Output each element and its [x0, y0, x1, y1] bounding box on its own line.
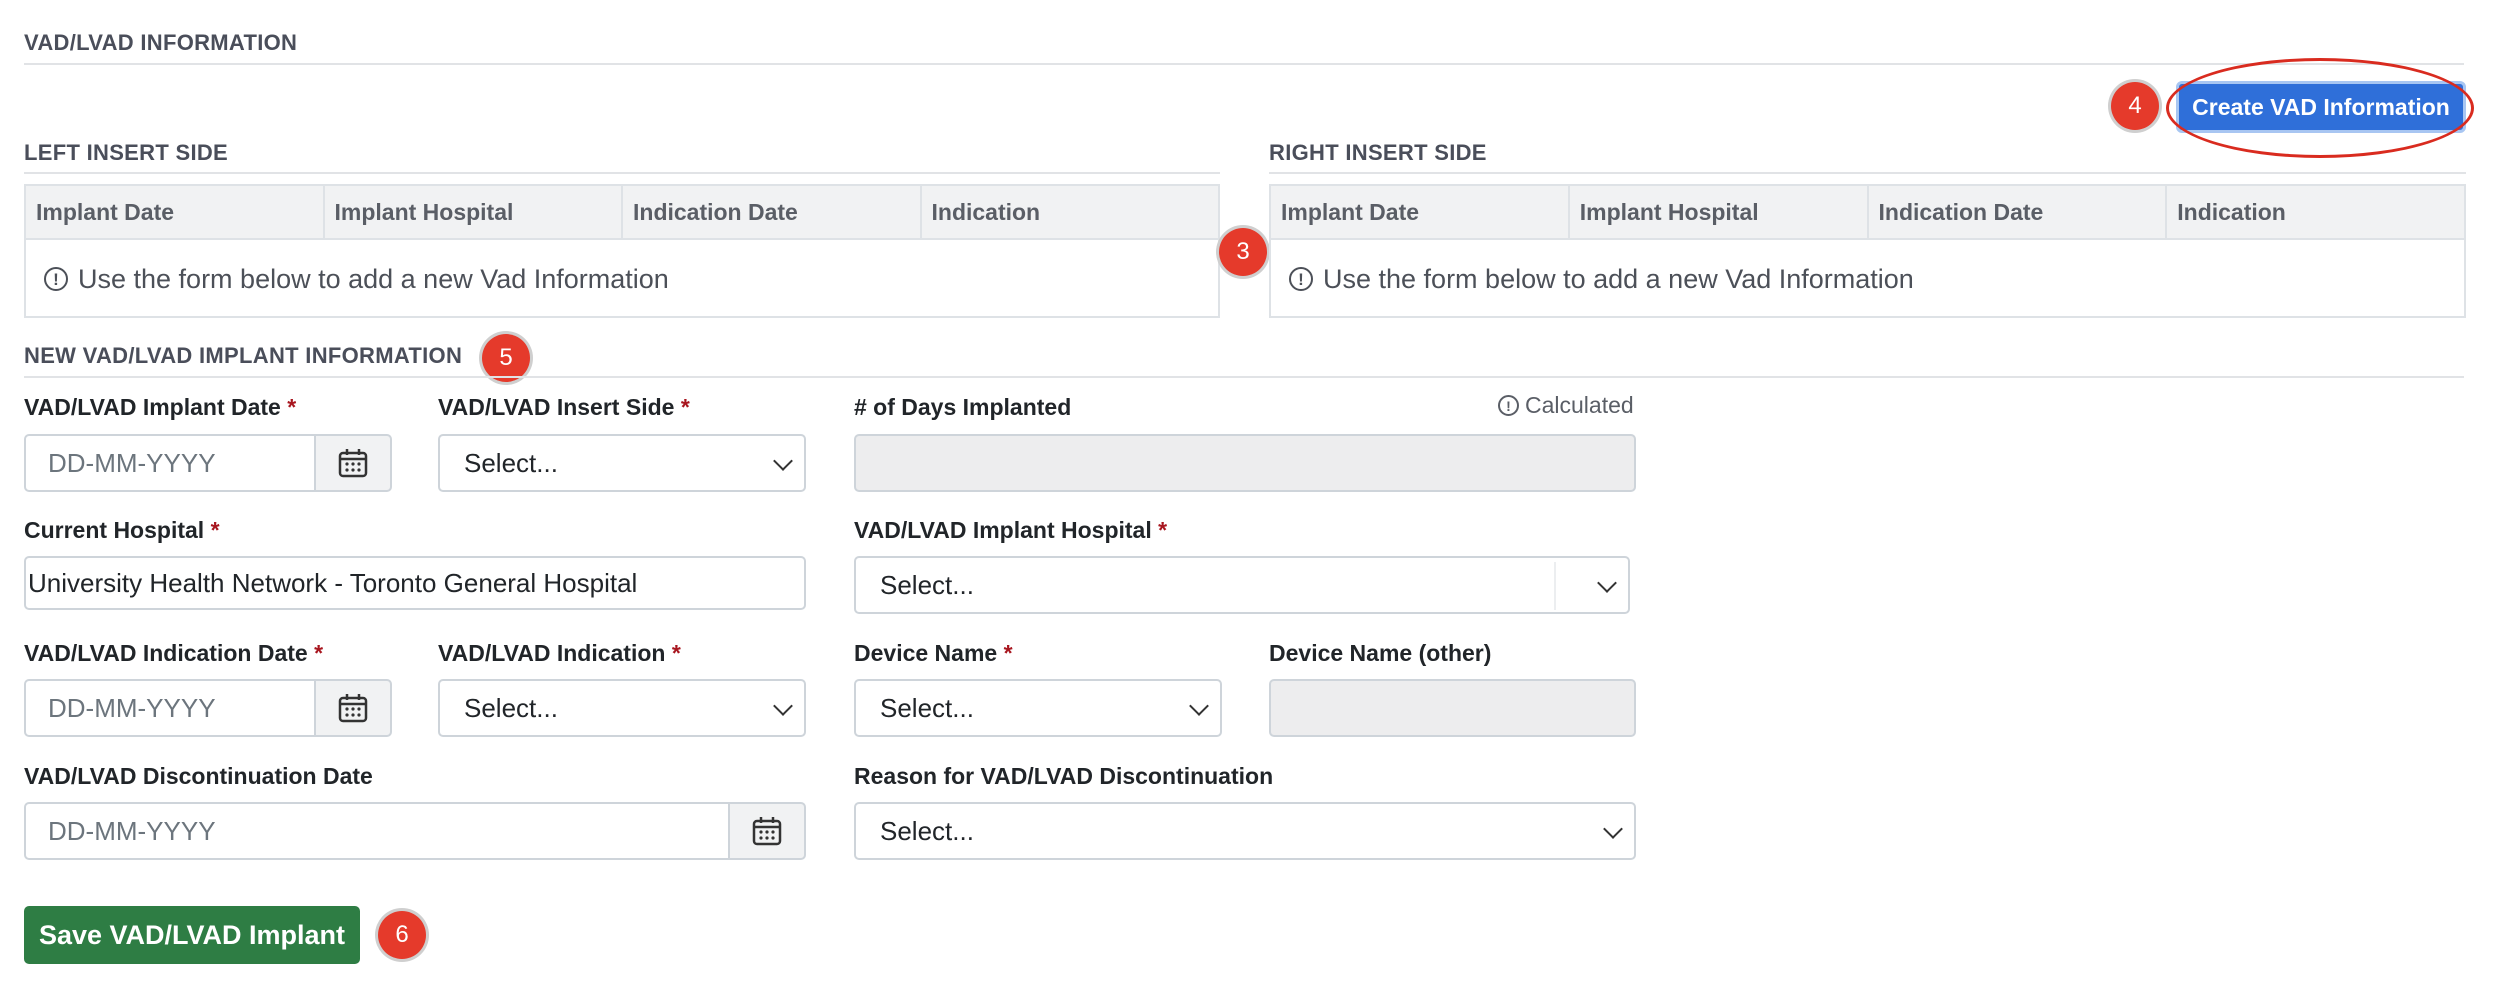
- new-implant-section-title: NEW VAD/LVAD IMPLANT INFORMATION: [24, 343, 463, 368]
- chevron-down-icon: [1597, 573, 1617, 593]
- discontinuation-reason-select[interactable]: Select...: [854, 802, 1636, 860]
- info-icon: !: [44, 267, 68, 291]
- indication-date-calendar-button[interactable]: [314, 679, 392, 737]
- divider: [24, 376, 2464, 378]
- column-header[interactable]: Indication Date: [623, 186, 922, 238]
- insert-side-select[interactable]: Select...: [438, 434, 806, 492]
- select-value: Select...: [880, 815, 974, 846]
- empty-message: Use the form below to add a new Vad Info…: [78, 263, 669, 294]
- implant-hospital-label: VAD/LVAD Implant Hospital *: [854, 517, 1168, 543]
- select-value: Select...: [880, 692, 974, 723]
- divider: [24, 172, 1220, 174]
- days-implanted-label: # of Days Implanted: [854, 394, 1072, 420]
- vad-section-title: VAD/LVAD INFORMATION: [24, 30, 298, 55]
- chevron-down-icon: [773, 696, 793, 716]
- annotation-marker-6: 6: [378, 911, 426, 959]
- table-header: Implant Date Implant Hospital Indication…: [26, 186, 1218, 240]
- chevron-down-icon: [1603, 819, 1623, 839]
- divider: [1554, 562, 1556, 610]
- left-insert-title: LEFT INSERT SIDE: [24, 140, 229, 165]
- column-header[interactable]: Implant Hospital: [1570, 186, 1869, 238]
- implant-date-input[interactable]: DD-MM-YYYY: [24, 434, 316, 492]
- device-name-select[interactable]: Select...: [854, 679, 1222, 737]
- device-name-label: Device Name *: [854, 640, 1013, 666]
- annotation-marker-4: 4: [2111, 82, 2159, 130]
- current-hospital-input[interactable]: University Health Network - Toronto Gene…: [24, 556, 806, 610]
- insert-side-label: VAD/LVAD Insert Side *: [438, 394, 690, 420]
- info-icon: !: [1289, 267, 1313, 291]
- column-header[interactable]: Implant Date: [1271, 186, 1570, 238]
- implant-date-calendar-button[interactable]: [314, 434, 392, 492]
- calendar-icon: [338, 694, 368, 723]
- indication-select[interactable]: Select...: [438, 679, 806, 737]
- column-header[interactable]: Indication Date: [1869, 186, 2168, 238]
- indication-date-label: VAD/LVAD Indication Date *: [24, 640, 324, 666]
- highlight-ellipse: [2166, 58, 2474, 158]
- discontinuation-date-input[interactable]: DD-MM-YYYY: [24, 802, 730, 860]
- divider: [1269, 172, 2466, 174]
- left-insert-table: Implant Date Implant Hospital Indication…: [24, 184, 1220, 318]
- current-hospital-label: Current Hospital *: [24, 517, 220, 543]
- info-icon: !: [1498, 395, 1519, 416]
- select-value: Select...: [464, 447, 558, 478]
- annotation-marker-3: 3: [1219, 228, 1267, 276]
- column-header[interactable]: Implant Hospital: [325, 186, 623, 238]
- select-value: Select...: [464, 692, 558, 723]
- indication-date-input[interactable]: DD-MM-YYYY: [24, 679, 316, 737]
- save-vad-lvad-implant-button[interactable]: Save VAD/LVAD Implant: [24, 906, 360, 964]
- calculated-note: ! Calculated: [1498, 392, 1634, 419]
- right-insert-title: RIGHT INSERT SIDE: [1269, 140, 1487, 165]
- device-name-other-label: Device Name (other): [1269, 640, 1492, 666]
- chevron-down-icon: [1189, 696, 1209, 716]
- empty-table-row: ! Use the form below to add a new Vad In…: [1271, 240, 2464, 318]
- right-insert-table: Implant Date Implant Hospital Indication…: [1269, 184, 2466, 318]
- column-header[interactable]: Implant Date: [26, 186, 325, 238]
- discontinuation-reason-label: Reason for VAD/LVAD Discontinuation: [854, 763, 1274, 789]
- divider: [24, 63, 2464, 65]
- empty-message: Use the form below to add a new Vad Info…: [1323, 263, 1914, 294]
- calendar-icon: [338, 449, 368, 478]
- annotation-marker-5: 5: [482, 334, 530, 382]
- column-header[interactable]: Indication: [2167, 186, 2464, 238]
- select-value: Select...: [880, 569, 974, 600]
- days-implanted-input: [854, 434, 1636, 492]
- calendar-icon: [752, 817, 782, 846]
- chevron-down-icon: [773, 451, 793, 471]
- table-header: Implant Date Implant Hospital Indication…: [1271, 186, 2464, 240]
- empty-table-row: ! Use the form below to add a new Vad In…: [26, 240, 1218, 318]
- column-header[interactable]: Indication: [922, 186, 1219, 238]
- implant-hospital-select[interactable]: Select...: [854, 556, 1630, 614]
- device-name-other-input: [1269, 679, 1636, 737]
- discontinuation-date-calendar-button[interactable]: [728, 802, 806, 860]
- indication-label: VAD/LVAD Indication *: [438, 640, 681, 666]
- implant-date-label: VAD/LVAD Implant Date *: [24, 394, 297, 420]
- discontinuation-date-label: VAD/LVAD Discontinuation Date: [24, 763, 373, 789]
